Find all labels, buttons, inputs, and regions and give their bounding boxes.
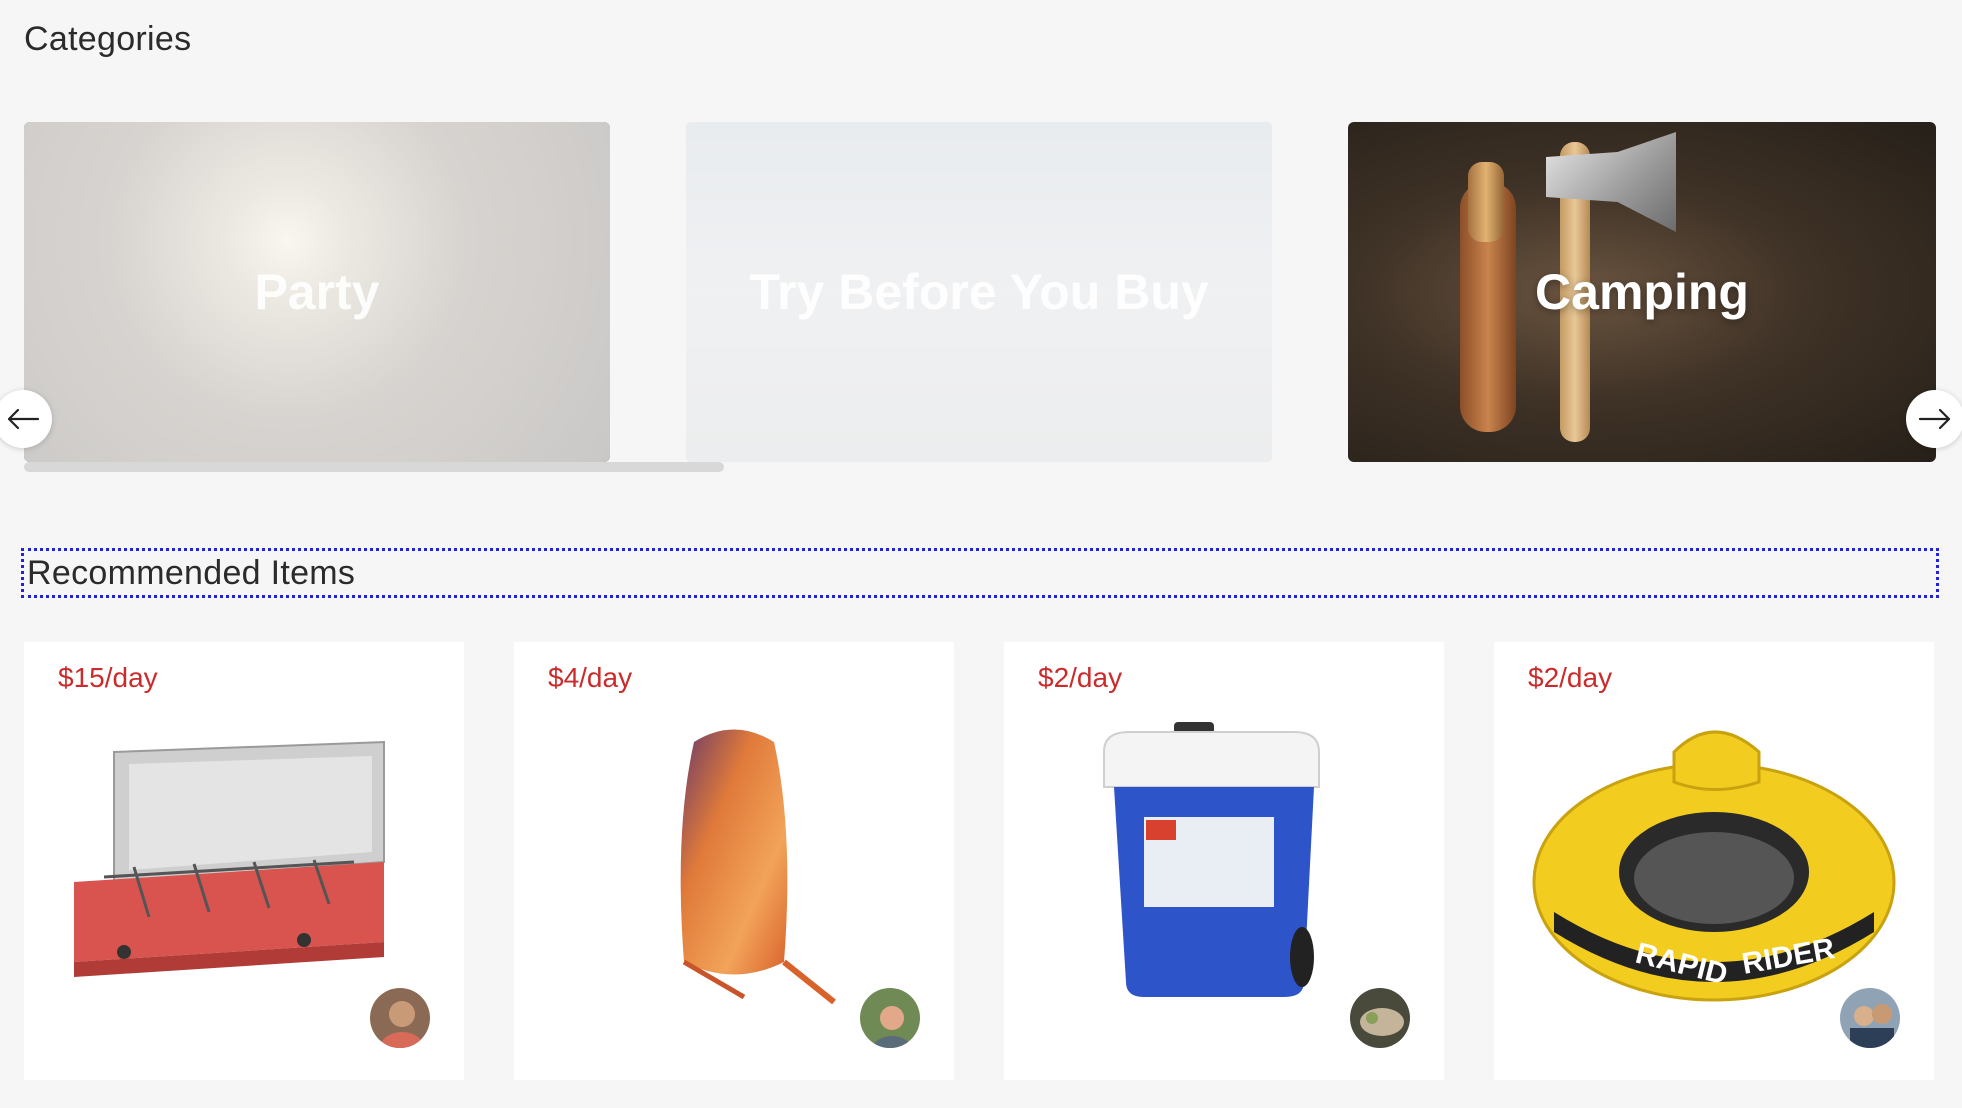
cooler-image <box>1103 722 1320 997</box>
recommended-heading: Recommended Items <box>27 554 356 592</box>
category-carousel: Party Try Before You Buy Camping <box>0 122 1962 472</box>
category-label: Camping <box>1535 264 1749 320</box>
carousel-next-button[interactable] <box>1906 390 1962 448</box>
inflatable-tube-image: RAPID RIDER <box>1532 730 1896 1002</box>
camping-stove-image <box>74 740 385 977</box>
owner-avatar[interactable] <box>1838 986 1902 1050</box>
owner-avatar[interactable] <box>368 986 432 1050</box>
category-label: Party <box>254 264 380 320</box>
item-card[interactable]: $2/day RAPID RIDER <box>1494 642 1934 1080</box>
owner-avatar[interactable] <box>858 986 922 1050</box>
categories-heading: Categories <box>24 20 192 58</box>
category-card-camping[interactable]: Camping <box>1348 122 1936 462</box>
arrow-right-icon <box>1918 408 1951 430</box>
category-label: Try Before You Buy <box>749 264 1209 320</box>
item-price: $2/day <box>1528 662 1613 693</box>
category-card-try-before-you-buy[interactable]: Try Before You Buy <box>686 122 1272 462</box>
carousel-scrollbar[interactable] <box>24 462 724 472</box>
page: Categories Party Try Before You Buy Camp… <box>0 0 1962 1108</box>
arrow-left-icon <box>7 408 40 430</box>
item-card[interactable]: $4/day <box>514 642 954 1080</box>
category-card-party[interactable]: Party <box>24 122 610 462</box>
owner-avatar[interactable] <box>1348 986 1412 1050</box>
sleeping-bag-image <box>680 729 836 1005</box>
item-price: $15/day <box>58 662 158 693</box>
recommended-heading-focus: Recommended Items <box>21 548 1939 598</box>
item-price: $2/day <box>1038 662 1123 693</box>
item-card[interactable]: $2/day <box>1004 642 1444 1080</box>
item-price: $4/day <box>548 662 633 693</box>
item-card[interactable]: $15/day <box>24 642 464 1080</box>
